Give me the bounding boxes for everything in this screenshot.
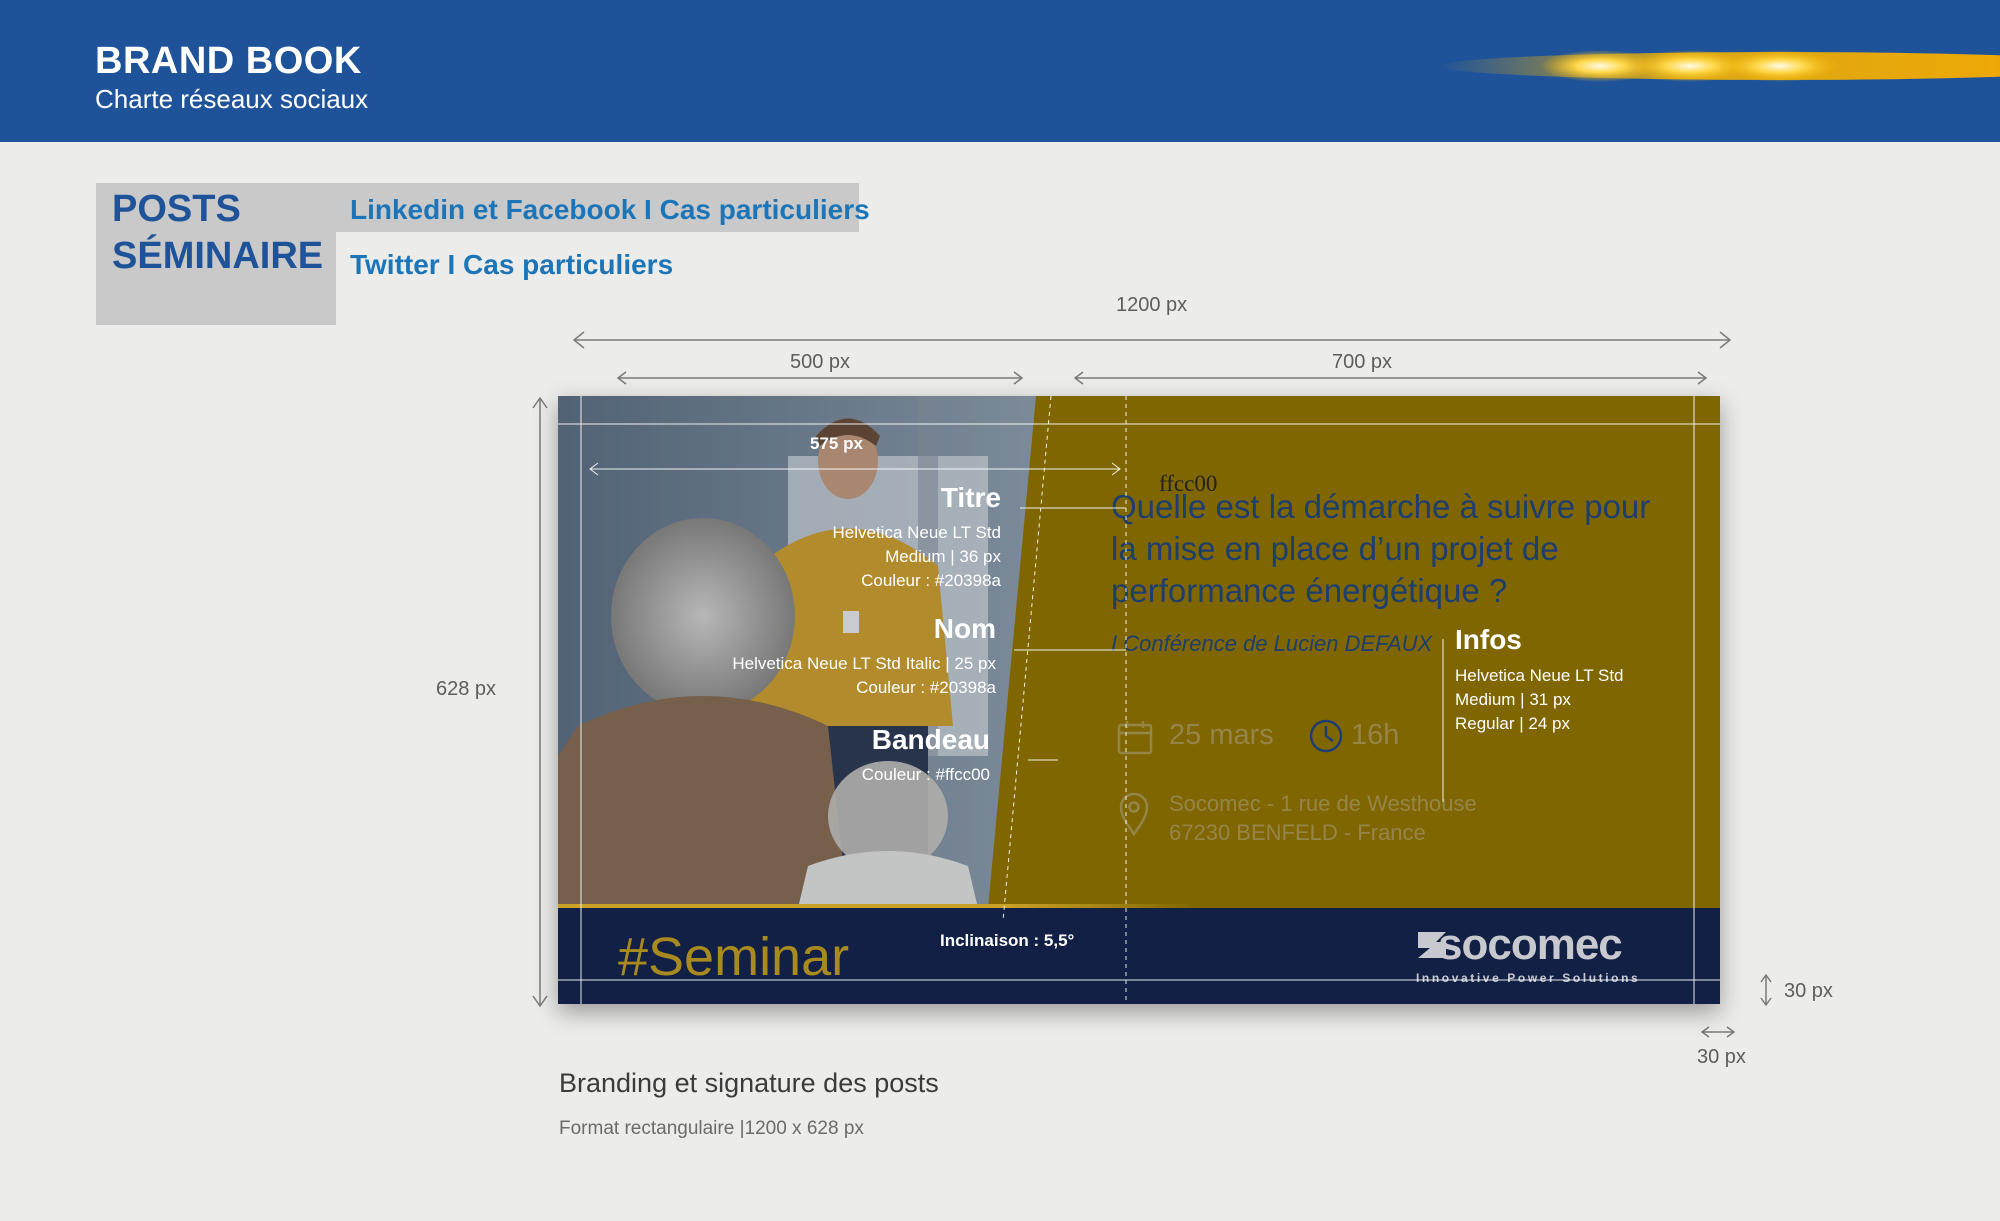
annotation-titre-heading: Titre bbox=[940, 482, 1001, 513]
dim-left-width: 500 px bbox=[790, 351, 851, 373]
annotation-inclinaison: Inclinaison : 5,5° bbox=[940, 931, 1075, 950]
section-title-line2: SÉMINAIRE bbox=[112, 235, 324, 277]
light-flare-graphic bbox=[1440, 50, 2000, 82]
annotation-infos-line2: Medium | 31 px bbox=[1455, 690, 1571, 709]
dim-total-width: 1200 px bbox=[1116, 294, 1188, 316]
tab-linkedin-facebook[interactable]: Linkedin et Facebook I Cas particuliers bbox=[350, 194, 870, 226]
dim-right-width: 700 px bbox=[1332, 351, 1393, 373]
dim-margin-vertical: 30 px bbox=[1784, 980, 1833, 1002]
annotation-infos-heading: Infos bbox=[1455, 624, 1522, 655]
tab-twitter[interactable]: Twitter I Cas particuliers bbox=[350, 249, 673, 281]
brand-book-title: BRAND BOOK bbox=[95, 40, 362, 82]
annotation-infos-details: Helvetica Neue LT Std Medium | 31 px Reg… bbox=[1455, 664, 1624, 736]
annotation-nom-line1: Helvetica Neue LT Std Italic | 25 px bbox=[732, 654, 996, 673]
annotation-nom-line2: Couleur : #20398a bbox=[856, 678, 996, 697]
brand-book-subtitle: Charte réseaux sociaux bbox=[95, 84, 369, 114]
annotation-titre-line2: Medium | 36 px bbox=[885, 547, 1001, 566]
annotation-titre-details: Helvetica Neue LT Std Medium | 36 px Cou… bbox=[832, 521, 1001, 593]
section-title-line1: POSTS bbox=[112, 188, 241, 230]
annotation-bandeau-line1: Couleur : #ffcc00 bbox=[861, 765, 990, 784]
dim-margin-horizontal: 30 px bbox=[1697, 1046, 1746, 1068]
annotation-infos-line1: Helvetica Neue LT Std bbox=[1455, 666, 1624, 685]
annotation-titre-line1: Helvetica Neue LT Std bbox=[832, 523, 1001, 542]
caption-title: Branding et signature des posts bbox=[559, 1068, 939, 1098]
annotation-nom-details: Helvetica Neue LT Std Italic | 25 px Cou… bbox=[732, 652, 996, 700]
annotation-infos-line3: Regular | 24 px bbox=[1455, 714, 1570, 733]
section-title: POSTS SÉMINAIRE bbox=[112, 186, 323, 280]
annotation-titre-line3: Couleur : #20398a bbox=[861, 571, 1001, 590]
caption-subtitle: Format rectangulaire |1200 x 628 px bbox=[559, 1118, 864, 1139]
annotation-bandeau-heading: Bandeau bbox=[871, 724, 990, 755]
annotation-nom-heading: Nom bbox=[933, 613, 996, 644]
post-mockup: #Seminar socomec Innovative Power Soluti… bbox=[558, 396, 1720, 1004]
dim-inner-width: 575 px bbox=[810, 434, 863, 453]
dim-height: 628 px bbox=[436, 678, 497, 700]
